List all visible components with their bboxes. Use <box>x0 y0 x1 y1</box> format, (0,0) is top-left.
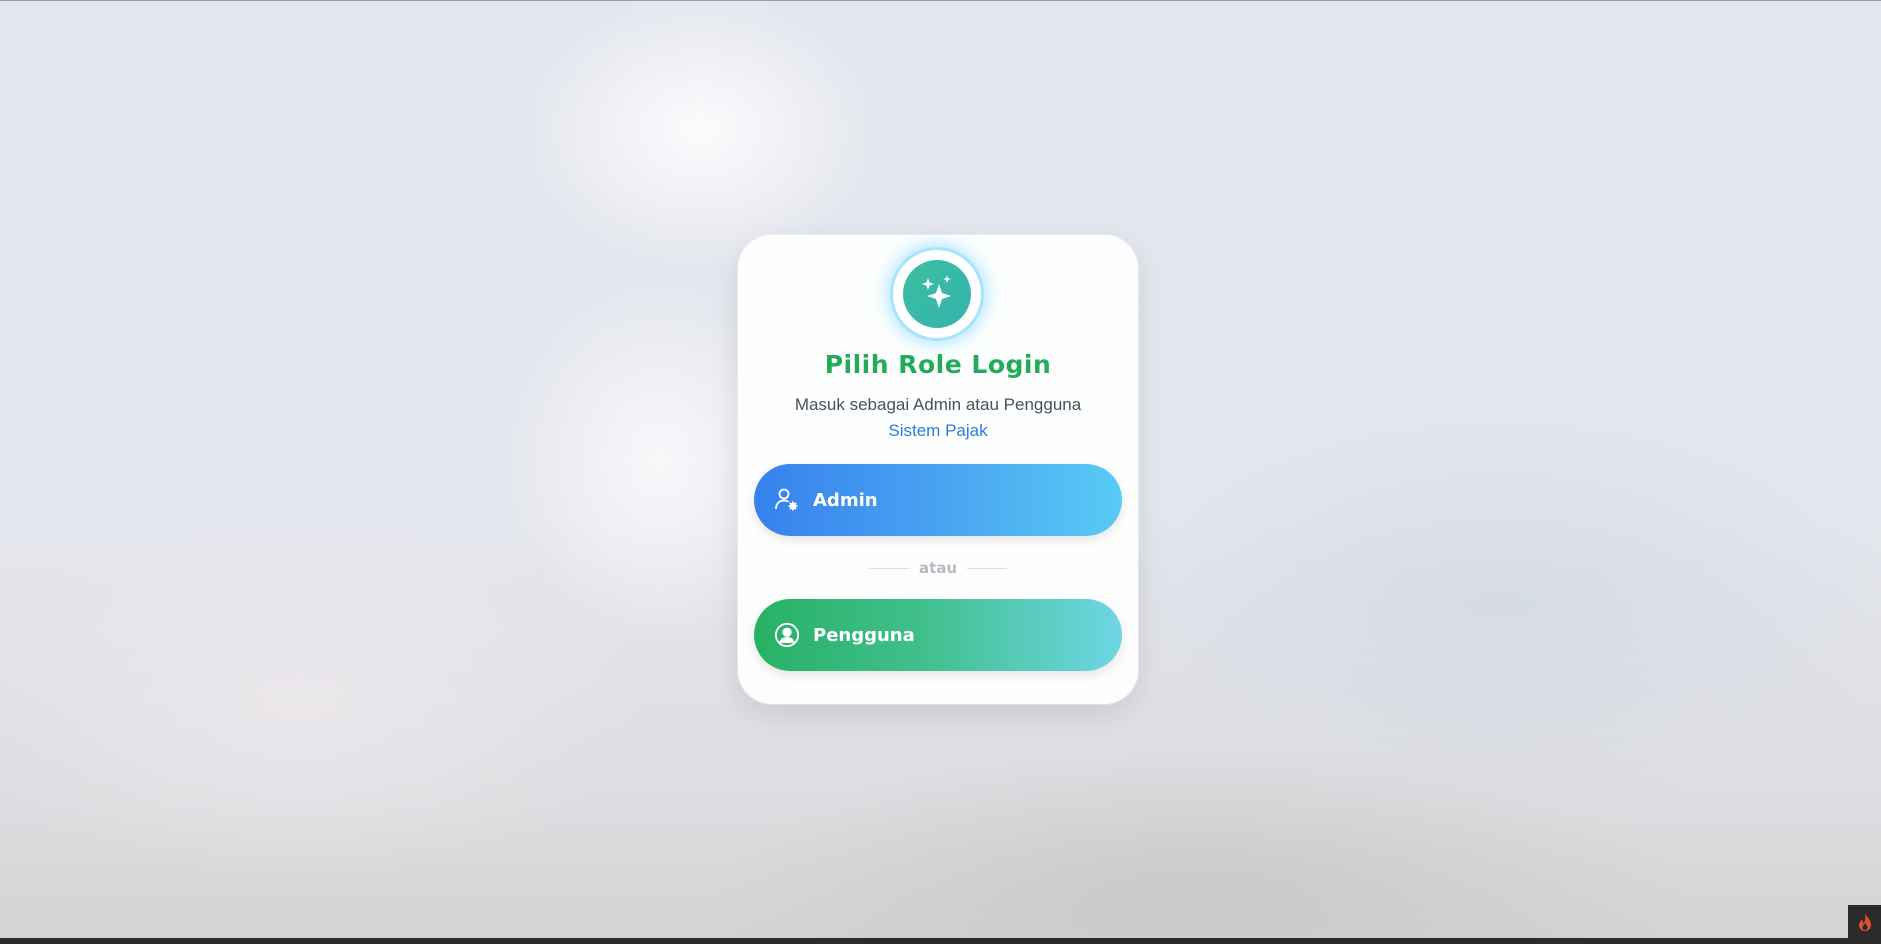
admin-button-label: Admin <box>813 489 878 511</box>
sparkles-icon <box>903 260 971 328</box>
logo-badge <box>893 250 981 338</box>
login-role-card: Pilih Role Login Masuk sebagai Admin ata… <box>738 235 1138 704</box>
divider-line-left <box>868 567 909 569</box>
user-login-button[interactable]: Pengguna <box>754 599 1122 671</box>
user-gear-icon <box>774 487 800 513</box>
subtitle: Masuk sebagai Admin atau Pengguna Sistem… <box>738 392 1138 444</box>
flame-icon[interactable] <box>1848 905 1881 938</box>
subtitle-text: Masuk sebagai Admin atau Pengguna <box>794 395 1082 414</box>
page-title: Pilih Role Login <box>824 350 1052 379</box>
user-circle-icon <box>774 622 800 648</box>
bottom-bar <box>0 938 1881 944</box>
divider-line-right <box>967 567 1008 569</box>
or-divider: atau <box>738 559 1138 577</box>
user-button-label: Pengguna <box>813 624 915 646</box>
divider-text: atau <box>918 559 958 577</box>
window-top-border <box>0 0 1881 1</box>
admin-login-button[interactable]: Admin <box>754 464 1122 536</box>
subtitle-accent: Sistem Pajak <box>888 421 988 440</box>
